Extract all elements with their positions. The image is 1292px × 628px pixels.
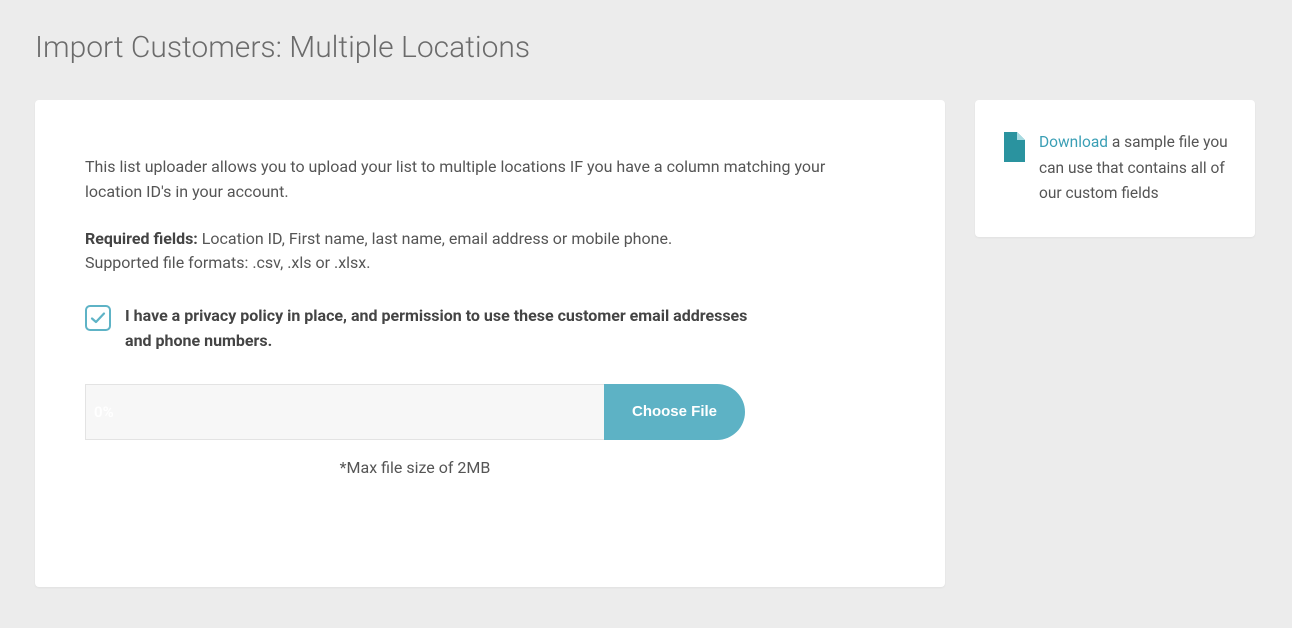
- content-area: This list uploader allows you to upload …: [35, 100, 1257, 587]
- upload-progress: 0%: [85, 384, 604, 440]
- sample-file-text: Download a sample file you can use that …: [1039, 130, 1229, 207]
- privacy-consent-label: I have a privacy policy in place, and pe…: [125, 304, 765, 354]
- page-title: Import Customers: Multiple Locations: [35, 30, 1257, 65]
- requirements-block: Required fields: Location ID, First name…: [85, 227, 895, 277]
- privacy-consent-checkbox[interactable]: [85, 305, 111, 331]
- description-text: This list uploader allows you to upload …: [85, 155, 845, 205]
- sample-file-card: Download a sample file you can use that …: [975, 100, 1255, 237]
- choose-file-button[interactable]: Choose File: [604, 384, 745, 440]
- download-sample-link[interactable]: Download: [1039, 133, 1108, 151]
- consent-row: I have a privacy policy in place, and pe…: [85, 304, 895, 354]
- checkmark-icon: [90, 310, 106, 326]
- file-icon: [1001, 132, 1025, 162]
- max-file-size-note: *Max file size of 2MB: [85, 458, 745, 477]
- upload-row: 0% Choose File: [85, 384, 745, 440]
- required-fields-label: Required fields:: [85, 229, 198, 248]
- upload-card: This list uploader allows you to upload …: [35, 100, 945, 587]
- supported-formats-text: Supported file formats: .csv, .xls or .x…: [85, 253, 370, 272]
- required-fields-text: Location ID, First name, last name, emai…: [198, 229, 672, 248]
